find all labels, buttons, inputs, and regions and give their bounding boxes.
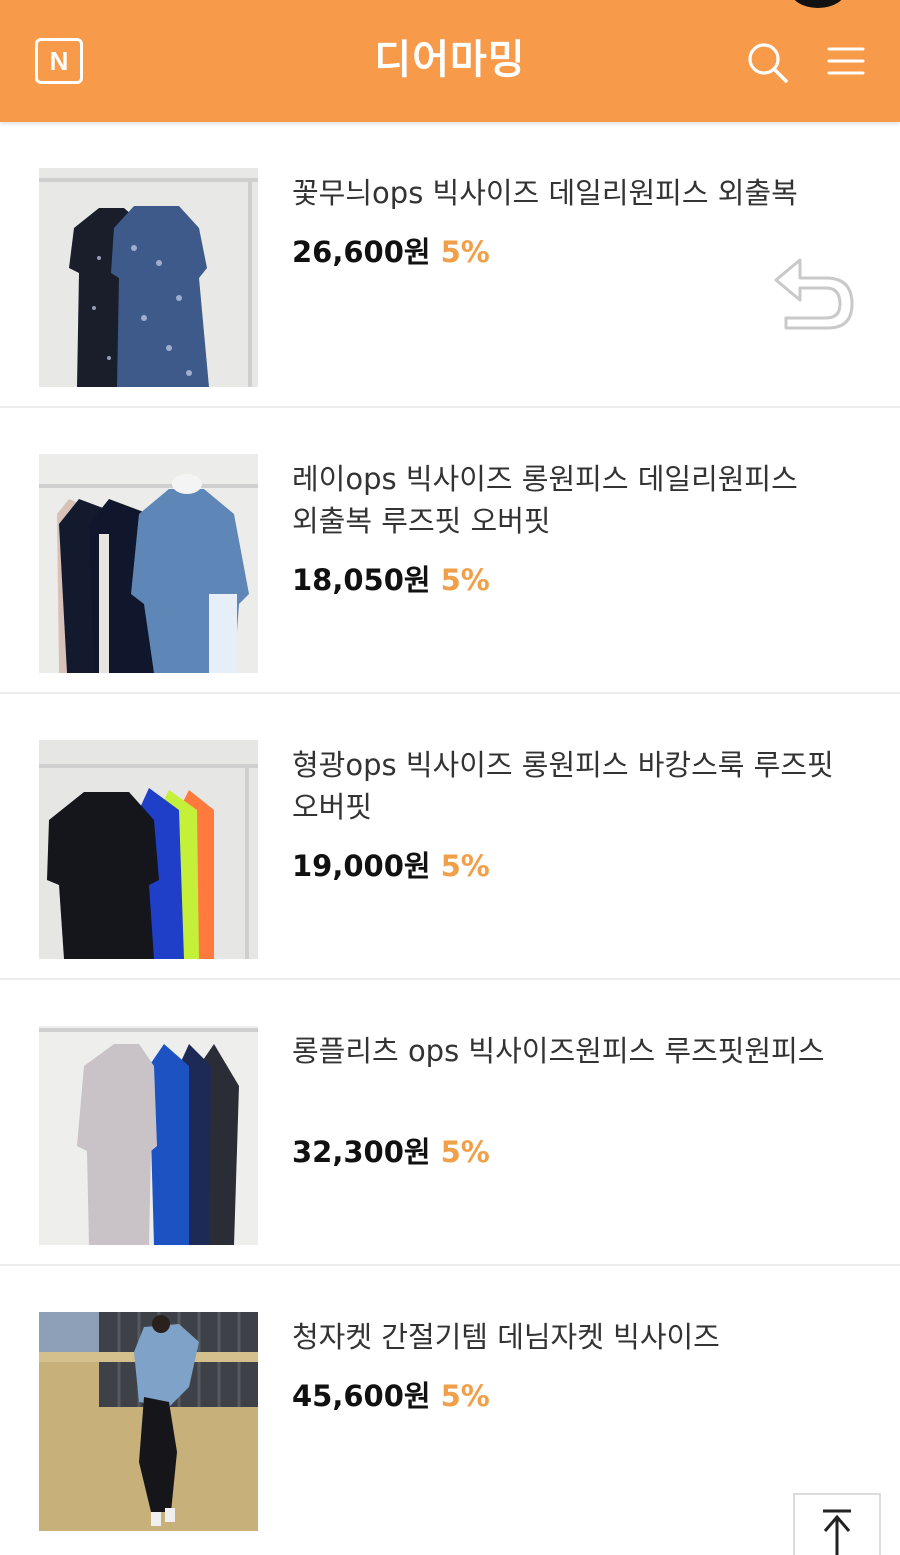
price-row: 18,050원 5% [292, 560, 490, 600]
product-thumbnail[interactable] [39, 454, 258, 673]
discount-rate: 5% [440, 563, 490, 597]
search-icon [748, 43, 788, 83]
scroll-to-top-icon [823, 1509, 851, 1555]
product-name[interactable]: 청자켓 간절기템 데님자켓 빅사이즈 [292, 1316, 862, 1358]
product-price: 18,050원 [292, 563, 431, 597]
price-row: 45,600원 5% [292, 1376, 490, 1416]
product-thumbnail[interactable] [39, 1026, 258, 1245]
app-header: N 디어마밍 [0, 0, 900, 122]
scroll-to-top-button[interactable] [793, 1493, 881, 1555]
back-arrow-icon [774, 258, 854, 330]
product-image [39, 168, 258, 387]
search-button[interactable] [745, 40, 791, 86]
product-image [39, 740, 258, 959]
product-item[interactable]: 형광ops 빅사이즈 롱원피스 바캉스룩 루즈핏 오버핏 19,000원 5% [0, 694, 900, 980]
product-item[interactable]: 레이ops 빅사이즈 롱원피스 데일리원피스 외출복 루즈핏 오버핏 18,05… [0, 408, 900, 694]
product-image [39, 1026, 258, 1245]
product-image [39, 1312, 258, 1531]
product-name[interactable]: 롱플리츠 ops 빅사이즈원피스 루즈핏원피스 [292, 1030, 862, 1072]
product-price: 26,600원 [292, 235, 431, 269]
discount-rate: 5% [440, 849, 490, 883]
menu-button[interactable] [826, 42, 866, 82]
product-name[interactable]: 형광ops 빅사이즈 롱원피스 바캉스룩 루즈핏 오버핏 [292, 744, 862, 828]
hamburger-menu-icon [827, 47, 865, 75]
price-row: 32,300원 5% [292, 1132, 490, 1172]
product-price: 45,600원 [292, 1379, 431, 1413]
product-name[interactable]: 꽃무늬ops 빅사이즈 데일리원피스 외출복 [292, 172, 862, 214]
product-thumbnail[interactable] [39, 740, 258, 959]
product-item[interactable]: 꽃무늬ops 빅사이즈 데일리원피스 외출복 26,600원 5% [0, 122, 900, 408]
discount-rate: 5% [440, 1379, 490, 1413]
product-price: 32,300원 [292, 1135, 431, 1169]
back-button[interactable] [768, 252, 860, 334]
discount-rate: 5% [440, 235, 490, 269]
product-item[interactable]: 롱플리츠 ops 빅사이즈원피스 루즈핏원피스 32,300원 5% [0, 980, 900, 1266]
discount-rate: 5% [440, 1135, 490, 1169]
product-image [39, 454, 258, 673]
product-thumbnail[interactable] [39, 1312, 258, 1531]
product-price: 19,000원 [292, 849, 431, 883]
product-name[interactable]: 레이ops 빅사이즈 롱원피스 데일리원피스 외출복 루즈핏 오버핏 [292, 458, 862, 542]
product-thumbnail[interactable] [39, 168, 258, 387]
price-row: 26,600원 5% [292, 232, 490, 272]
price-row: 19,000원 5% [292, 846, 490, 886]
product-item[interactable]: 청자켓 간절기템 데님자켓 빅사이즈 45,600원 5% [0, 1266, 900, 1552]
